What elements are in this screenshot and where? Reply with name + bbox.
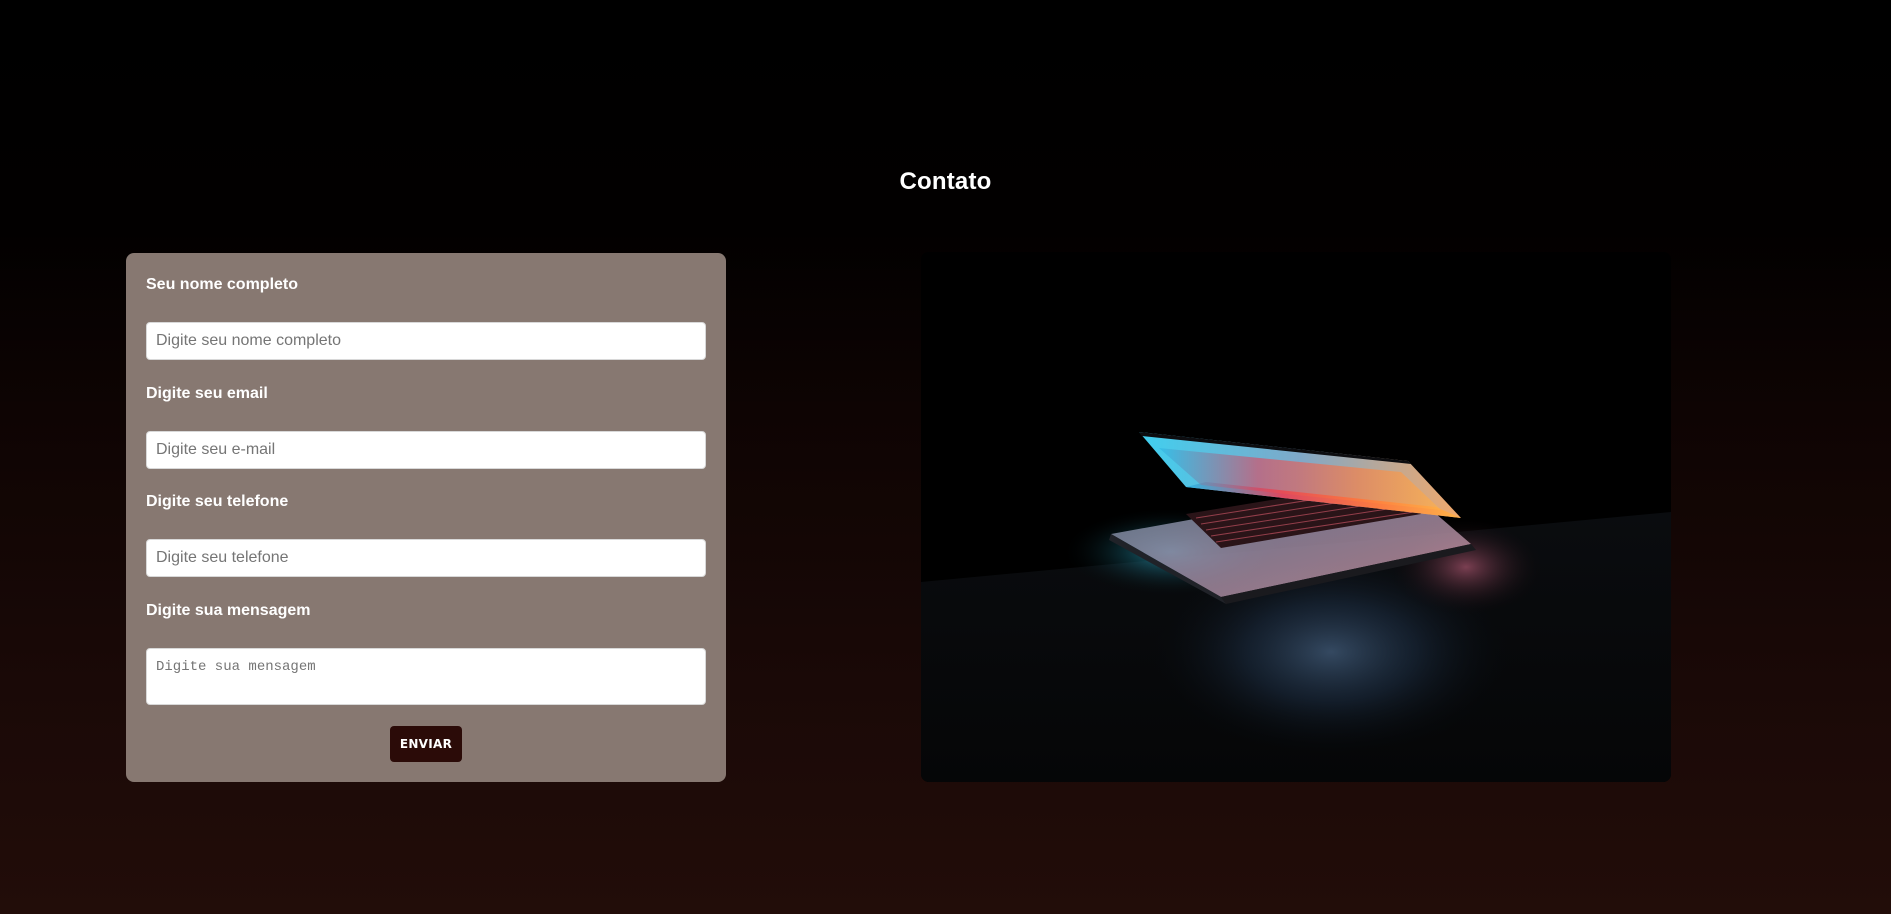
submit-button[interactable]: ENVIAR (390, 726, 462, 762)
email-label: Digite seu email (146, 385, 268, 402)
laptop-photo (921, 252, 1671, 782)
name-label: Seu nome completo (146, 276, 299, 293)
laptop-illustration (921, 252, 1671, 782)
phone-input[interactable] (146, 539, 706, 577)
page-title: Contato (899, 168, 992, 195)
message-textarea[interactable] (146, 648, 706, 705)
message-label: Digite sua mensagem (146, 602, 311, 619)
email-input[interactable] (146, 431, 706, 469)
name-input[interactable] (146, 322, 706, 360)
contact-form: Seu nome completo Digite seu email Digit… (126, 253, 726, 782)
phone-label: Digite seu telefone (146, 493, 289, 510)
